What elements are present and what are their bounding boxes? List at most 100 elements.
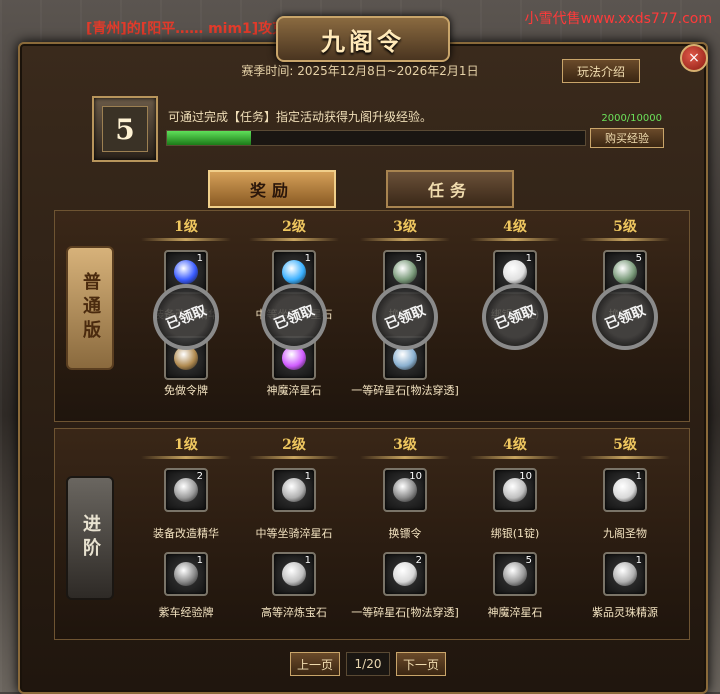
reward-item-icon (174, 478, 198, 502)
reward-item-slot[interactable]: 1 (272, 552, 316, 596)
item-count: 5 (525, 555, 532, 566)
tab-rewards[interactable]: 奖励 (208, 170, 336, 208)
reward-item-slot[interactable]: 10 (493, 468, 537, 512)
reward-item-icon (282, 260, 306, 284)
level-divider (360, 456, 450, 459)
reward-item-icon (393, 562, 417, 586)
item-count: 1 (635, 471, 642, 482)
level-divider (580, 456, 670, 459)
reward-item-name: 换镖令 (388, 527, 422, 540)
reward-item-slot[interactable]: 1 (603, 552, 647, 596)
exp-description: 可通过完成【任务】指定活动获得九阁升级经验。 (168, 110, 433, 124)
buy-exp-button[interactable]: 购买经验 (590, 128, 664, 148)
next-page-button[interactable]: 下一页 (396, 652, 446, 676)
claimed-stamp: 已领取 (153, 284, 219, 350)
claimed-stamp: 已领取 (482, 284, 548, 350)
reward-item-name: 神魔淬星石 (487, 606, 543, 619)
reward-item-icon (174, 562, 198, 586)
season-time: 赛季时间: 2025年12月8日~2026年2月1日 (241, 64, 479, 78)
advanced-level-label: 1级 (174, 437, 198, 453)
item-count: 10 (519, 471, 532, 482)
claimed-stamp-text: 已领取 (271, 302, 317, 334)
level-divider (470, 238, 560, 241)
reward-item-name: 紫品灵珠精源 (592, 606, 658, 619)
reward-item-slot[interactable]: 1 (603, 468, 647, 512)
claimed-stamp-text: 已领取 (602, 302, 648, 334)
claimed-stamp: 已领取 (592, 284, 658, 350)
reward-item-name: 九阁圣物 (603, 527, 647, 540)
tab-tasks[interactable]: 任务 (386, 170, 514, 208)
rules-button[interactable]: 玩法介绍 (562, 59, 640, 83)
reward-item-name: 一等碎星石[物法穿透] (351, 384, 459, 397)
reward-item-slot[interactable]: 2 (383, 552, 427, 596)
item-count: 1 (304, 471, 311, 482)
reward-item-name: 高等淬炼宝石 (261, 606, 327, 619)
item-count: 1 (196, 555, 203, 566)
item-count: 1 (525, 253, 532, 264)
exp-text: 2000/10000 (601, 113, 662, 124)
claimed-stamp-text: 已领取 (492, 302, 538, 334)
advanced-level-label: 4级 (503, 437, 527, 453)
close-button[interactable]: × (680, 44, 708, 72)
reward-item-name: 紫车经验牌 (158, 606, 214, 619)
level-divider (470, 456, 560, 459)
item-count: 2 (415, 555, 422, 566)
basic-level-label: 3级 (393, 219, 417, 235)
claimed-stamp-text: 已领取 (163, 302, 209, 334)
level-divider (141, 456, 231, 459)
item-count: 1 (304, 555, 311, 566)
item-count: 10 (409, 471, 422, 482)
level-divider (141, 238, 231, 241)
reward-item-slot[interactable]: 2 (164, 468, 208, 512)
basic-level-label: 4级 (503, 219, 527, 235)
item-count: 5 (635, 253, 642, 264)
item-count: 1 (304, 253, 311, 264)
item-count: 2 (196, 471, 203, 482)
reward-item-name: 装备改造精华 (153, 527, 219, 540)
claimed-stamp: 已领取 (261, 284, 327, 350)
advanced-level-label: 3级 (393, 437, 417, 453)
prev-page-button[interactable]: 上一页 (290, 652, 340, 676)
level-divider (249, 456, 339, 459)
reward-item-name: 一等碎星石[物法穿透] (351, 606, 459, 619)
reward-item-slot[interactable]: 1 (272, 468, 316, 512)
level-divider (249, 238, 339, 241)
advanced-level-label: 5级 (613, 437, 637, 453)
reward-item-name: 免做令牌 (164, 384, 208, 397)
current-level-box: 5 (92, 96, 158, 162)
reward-item-icon (503, 562, 527, 586)
reward-item-name: 中等坐骑淬星石 (255, 527, 333, 540)
page-indicator: 1/20 (346, 652, 390, 676)
level-divider (580, 238, 670, 241)
tier-badge-basic: 普通版 (66, 246, 114, 370)
reward-item-name: 绑银(1锭) (490, 527, 540, 540)
window-title: 九阁令 (321, 26, 405, 56)
reward-item-icon (503, 260, 527, 284)
reward-item-icon (613, 478, 637, 502)
reward-item-icon (282, 562, 306, 586)
basic-level-label: 5级 (613, 219, 637, 235)
advanced-level-label: 2级 (282, 437, 306, 453)
reward-item-icon (174, 260, 198, 284)
seller-watermark: 小雪代售www.xxds777.com (524, 11, 712, 27)
reward-item-slot[interactable]: 10 (383, 468, 427, 512)
reward-item-slot[interactable]: 1 (164, 552, 208, 596)
reward-item-icon (282, 478, 306, 502)
tier-badge-advanced[interactable]: 进阶 (66, 476, 114, 600)
item-count: 1 (635, 555, 642, 566)
claimed-stamp: 已领取 (372, 284, 438, 350)
current-level: 5 (102, 106, 148, 152)
basic-level-label: 1级 (174, 219, 198, 235)
level-divider (360, 238, 450, 241)
reward-item-icon (393, 260, 417, 284)
item-count: 5 (415, 253, 422, 264)
item-count: 1 (196, 253, 203, 264)
exp-progress-fill (167, 131, 251, 145)
basic-level-label: 2级 (282, 219, 306, 235)
claimed-stamp-text: 已领取 (382, 302, 428, 334)
exp-progress-bar (166, 130, 586, 146)
reward-item-icon (613, 562, 637, 586)
reward-item-icon (613, 260, 637, 284)
reward-item-slot[interactable]: 5 (493, 552, 537, 596)
window-title-plate: 九阁令 (276, 16, 450, 62)
